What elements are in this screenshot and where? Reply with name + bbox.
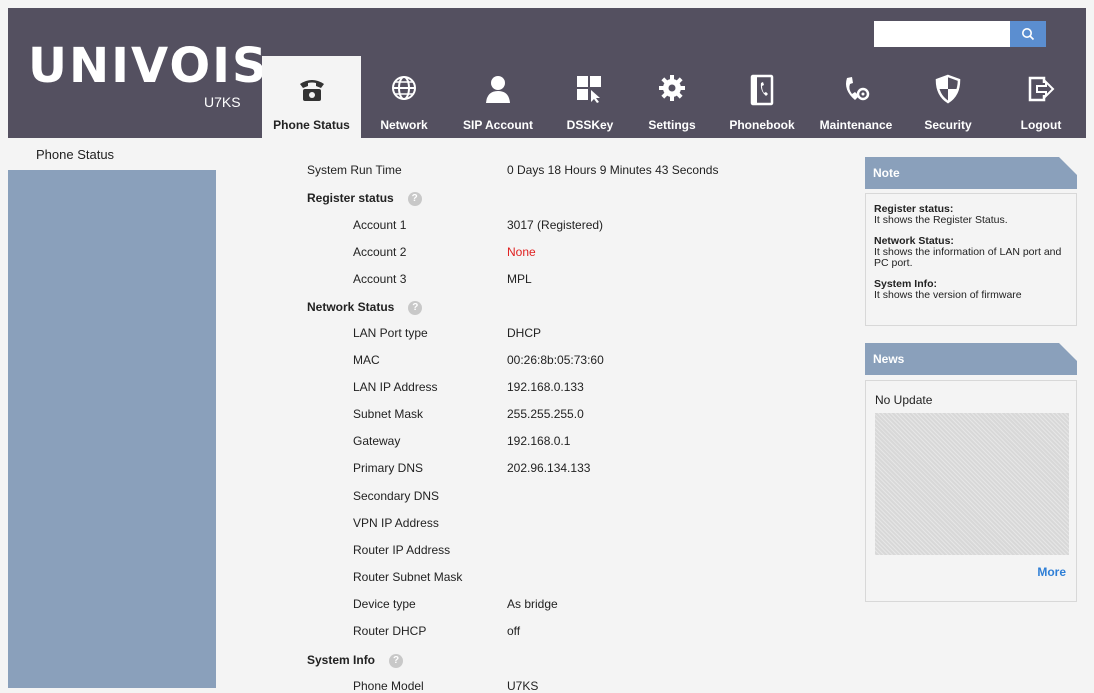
tab-dsskey[interactable]: DSSKey bbox=[552, 56, 628, 138]
note-title: Note bbox=[873, 166, 900, 180]
note-panel-header: Note bbox=[865, 157, 1077, 189]
note-text: It shows the Register Status. bbox=[874, 214, 1008, 226]
help-icon[interactable]: ? bbox=[408, 300, 423, 315]
shield-icon bbox=[934, 74, 962, 107]
news-text: No Update bbox=[875, 393, 933, 407]
row-label: Account 3 bbox=[353, 272, 407, 286]
phonebook-icon bbox=[749, 74, 775, 109]
note-text: It shows the information of LAN port and… bbox=[874, 246, 1062, 269]
news-image bbox=[875, 413, 1069, 555]
phone-icon bbox=[297, 74, 327, 107]
tab-sip-account[interactable]: SIP Account bbox=[448, 56, 548, 138]
maintenance-icon bbox=[841, 74, 871, 107]
news-title: News bbox=[873, 352, 905, 366]
news-panel: No Update More bbox=[865, 380, 1077, 602]
row-label: MAC bbox=[353, 353, 380, 367]
tab-phonebook[interactable]: Phonebook bbox=[714, 56, 810, 138]
model-label: U7KS bbox=[204, 94, 241, 110]
tab-label: Phone Status bbox=[273, 118, 350, 132]
row-label: Phone Model bbox=[353, 679, 424, 693]
row-label: Account 2 bbox=[353, 245, 407, 259]
row-value: 192.168.0.133 bbox=[507, 380, 584, 394]
dsskey-icon bbox=[575, 74, 605, 107]
section-heading: System Info? bbox=[307, 653, 404, 668]
row-label: Secondary DNS bbox=[353, 489, 440, 503]
row-value: None bbox=[507, 245, 536, 259]
note-item: System Info: It shows the version of fir… bbox=[874, 279, 1076, 301]
tab-label: Phonebook bbox=[729, 118, 795, 132]
row-label: Subnet Mask bbox=[353, 407, 424, 421]
row-label: Primary DNS bbox=[353, 461, 424, 475]
row-value: 255.255.255.0 bbox=[507, 407, 584, 421]
tab-network[interactable]: Network bbox=[364, 56, 444, 138]
row-label: Router DHCP bbox=[353, 624, 427, 638]
search-button[interactable] bbox=[1010, 21, 1046, 47]
sidebar bbox=[8, 170, 216, 688]
row-value: MPL bbox=[507, 272, 532, 286]
tab-settings[interactable]: Settings bbox=[634, 56, 710, 138]
sidebar-item-phone-status[interactable]: Phone Status bbox=[36, 147, 114, 162]
tab-label: Maintenance bbox=[819, 118, 893, 132]
header-bar: UNIVOIS U7KS Phone Status Network SIP Ac… bbox=[8, 8, 1086, 138]
news-panel-header: News bbox=[865, 343, 1077, 375]
section-heading: Register status? bbox=[307, 191, 422, 206]
row-label: Gateway bbox=[353, 434, 401, 448]
tab-label: SIP Account bbox=[462, 118, 533, 132]
globe-icon bbox=[390, 74, 418, 105]
tab-label: Security bbox=[924, 118, 972, 132]
row-value: As bridge bbox=[507, 597, 558, 611]
row-label: Router IP Address bbox=[353, 543, 451, 557]
row-label: LAN Port type bbox=[353, 326, 428, 340]
tab-security[interactable]: Security bbox=[908, 56, 988, 138]
tab-label: Settings bbox=[648, 118, 696, 132]
row-label: LAN IP Address bbox=[353, 380, 438, 394]
search-input[interactable] bbox=[874, 21, 1010, 47]
corner-fold bbox=[1059, 157, 1077, 175]
help-icon[interactable]: ? bbox=[407, 191, 422, 206]
row-value: 192.168.0.1 bbox=[507, 434, 571, 448]
row-value: off bbox=[507, 624, 521, 638]
system-info-heading: System Info bbox=[307, 653, 376, 667]
row-label: Router Subnet Mask bbox=[353, 570, 463, 584]
row-value: 3017 (Registered) bbox=[507, 218, 604, 232]
row-value: 202.96.134.133 bbox=[507, 461, 591, 475]
note-panel: Register status: It shows the Register S… bbox=[865, 193, 1077, 326]
note-item: Register status: It shows the Register S… bbox=[874, 204, 1076, 226]
tab-maintenance[interactable]: Maintenance bbox=[812, 56, 900, 138]
row-value: U7KS bbox=[507, 679, 539, 693]
row-value: DHCP bbox=[507, 326, 542, 340]
user-icon bbox=[484, 74, 512, 107]
network-status-heading: Network Status bbox=[307, 300, 395, 314]
logout-icon bbox=[1026, 74, 1056, 107]
row-value: 0 Days 18 Hours 9 Minutes 43 Seconds bbox=[507, 163, 719, 177]
row-label: System Run Time bbox=[307, 163, 402, 177]
section-heading: Network Status? bbox=[307, 300, 423, 315]
search-icon bbox=[1022, 28, 1035, 41]
tab-label: Logout bbox=[1020, 118, 1062, 132]
row-value: 00:26:8b:05:73:60 bbox=[507, 353, 604, 367]
note-text: It shows the version of firmware bbox=[874, 289, 1022, 301]
univois-logo: UNIVOIS bbox=[28, 38, 269, 94]
help-icon[interactable]: ? bbox=[389, 653, 404, 668]
tab-label: DSSKey bbox=[566, 118, 614, 132]
tab-phone-status[interactable]: Phone Status bbox=[262, 56, 361, 138]
more-link[interactable]: More bbox=[1037, 565, 1066, 579]
row-label: Account 1 bbox=[353, 218, 407, 232]
row-label: Device type bbox=[353, 597, 416, 611]
tab-label: Network bbox=[380, 118, 428, 132]
gear-icon bbox=[658, 74, 686, 105]
row-label: VPN IP Address bbox=[353, 516, 439, 530]
corner-fold bbox=[1059, 343, 1077, 361]
note-item: Network Status: It shows the information… bbox=[874, 236, 1076, 269]
register-status-heading: Register status bbox=[307, 191, 394, 205]
tab-logout[interactable]: Logout bbox=[1006, 56, 1076, 138]
